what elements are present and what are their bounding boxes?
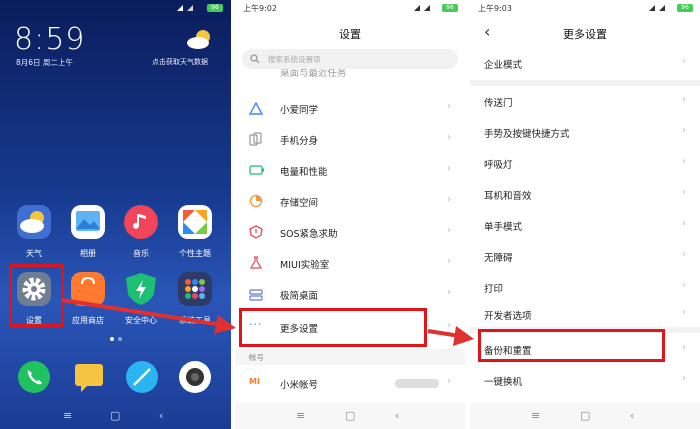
annotation-arrows [61,298,474,346]
arrow-to-backup-reset [427,326,474,346]
arrow-to-more-settings [61,298,236,334]
